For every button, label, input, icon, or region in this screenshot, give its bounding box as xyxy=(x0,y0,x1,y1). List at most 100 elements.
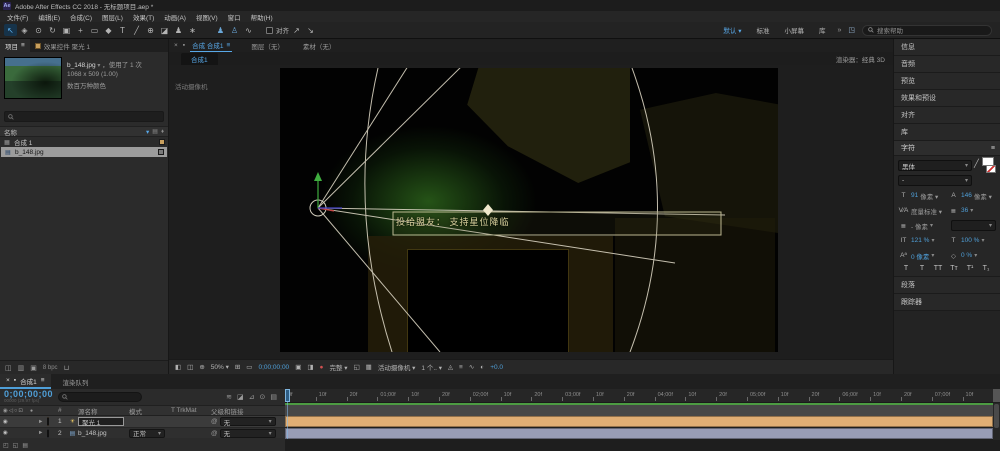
time-ruler[interactable]: 0f 10f 20f 01;00f 10f 20f 02;00f 10f 20f 03;00f 10… xyxy=(285,389,993,403)
expand-layer-switches-icon[interactable]: ◰ xyxy=(3,442,9,449)
fill-stroke-swatches[interactable]: ╱ xyxy=(974,156,996,175)
layer-2-duration-bar[interactable] xyxy=(285,428,993,439)
ruler-tick[interactable]: 02;00f xyxy=(469,389,501,402)
close-icon[interactable]: × xyxy=(6,377,10,384)
tab-render-queue[interactable]: 渲染队列 xyxy=(51,374,101,389)
people-tool-1[interactable]: ♟ xyxy=(214,24,227,36)
source-name-header[interactable]: 源名称 xyxy=(78,406,129,416)
expand-in-out-icon[interactable]: ▤ xyxy=(22,442,28,449)
align-panel-header[interactable]: 对齐 xyxy=(894,107,1000,124)
layer-row-2[interactable]: ◉ ► 2 ▤ b_148.jpg 正常 ▾ @ 无 ▾ xyxy=(0,427,285,438)
ruler-tick[interactable]: 20f xyxy=(808,389,840,402)
parent-select[interactable]: 无 ▾ xyxy=(219,428,276,438)
stroke-color-swatch[interactable] xyxy=(986,164,996,173)
ruler-tick[interactable]: 10f xyxy=(408,389,439,402)
ruler-tick[interactable]: 06;00f xyxy=(839,389,870,402)
rotation-tool[interactable]: ↻ xyxy=(46,24,59,36)
snapshot-icon[interactable]: ▣ xyxy=(295,363,301,371)
trkmat-header[interactable]: T TrkMat xyxy=(171,407,211,414)
region-of-interest-icon[interactable]: ◱ xyxy=(354,363,360,371)
eyedropper-icon[interactable]: ╱ xyxy=(974,159,979,168)
eye-icon[interactable]: ◉ xyxy=(0,419,30,425)
close-icon[interactable]: × xyxy=(174,42,178,49)
ruler-tick[interactable]: 20f xyxy=(346,389,378,402)
panel-menu-icon[interactable]: ≡ xyxy=(227,42,231,49)
ruler-tick[interactable]: 10f xyxy=(962,389,993,402)
grid-guides-icon[interactable]: ⊞ xyxy=(235,363,240,371)
snap-option-2-icon[interactable]: ↘ xyxy=(304,24,317,36)
parent-select[interactable]: 无 ▾ xyxy=(219,417,276,427)
current-time-indicator[interactable] xyxy=(285,389,290,402)
pan-behind-tool[interactable]: + xyxy=(74,24,87,36)
project-flowchart-icon[interactable]: ◫ xyxy=(5,364,12,372)
tab-composition[interactable]: 合成 合成1 ≡ xyxy=(190,39,233,52)
tab-footage-viewer[interactable]: 素材（无） xyxy=(303,41,336,51)
ruler-tick[interactable]: 04;00f xyxy=(654,389,686,402)
snap-toggle[interactable]: 对齐 xyxy=(266,25,289,35)
view-layout-select[interactable]: 1 个.. ▾ xyxy=(421,362,442,372)
magnification-select[interactable]: 50% ▾ xyxy=(211,363,229,371)
ruler-tick[interactable]: 20f xyxy=(623,389,655,402)
layer-color-swatch[interactable] xyxy=(47,417,49,426)
ruler-tick[interactable]: 20f xyxy=(900,389,932,402)
roto-brush-tool[interactable]: ♟ xyxy=(172,24,185,36)
ruler-tick[interactable]: 10f xyxy=(777,389,809,402)
comp-mini-flowchart-icon[interactable]: ≋ xyxy=(226,393,232,401)
workspace-standard[interactable]: 标准 xyxy=(749,25,776,35)
menu-animation[interactable]: 动画(A) xyxy=(159,12,191,22)
vertical-scale-select[interactable]: 121 % ▾ xyxy=(911,237,946,244)
workspace-small-screen[interactable]: 小屏幕 xyxy=(777,25,811,35)
mask-visibility-icon[interactable]: ▭ xyxy=(246,363,252,371)
help-search-input[interactable]: 搜索帮助 xyxy=(862,24,992,36)
people-tool-2[interactable]: ♙ xyxy=(228,24,241,36)
panel-menu-icon[interactable]: ≡ xyxy=(41,377,45,384)
name-column-header[interactable]: 名称 xyxy=(4,127,17,137)
trash-icon[interactable]: ⊔ xyxy=(64,364,69,372)
show-snapshot-icon[interactable]: ◨ xyxy=(307,363,313,371)
timeline-button-icon[interactable]: ≡ xyxy=(459,364,463,371)
ruler-tick[interactable]: 07;00f xyxy=(931,389,963,402)
small-caps-button[interactable]: Tт xyxy=(948,265,960,272)
project-item-comp[interactable]: ▦ 合成 1 xyxy=(0,137,168,147)
wand-icon[interactable]: ⊕ xyxy=(199,363,204,371)
selection-tool[interactable]: ↖ xyxy=(4,24,17,36)
baseline-shift-select[interactable]: 0 像素 ▾ xyxy=(911,251,946,261)
font-size-select[interactable]: 91 像素 ▾ xyxy=(911,191,946,201)
transparency-grid-icon[interactable]: ▦ xyxy=(366,363,372,371)
menu-help[interactable]: 帮助(H) xyxy=(246,12,278,22)
font-family-select[interactable]: 黑体 ▾ xyxy=(898,160,972,171)
pick-whip-icon[interactable]: @ xyxy=(211,430,218,437)
clone-stamp-tool[interactable]: ⊕ xyxy=(144,24,157,36)
new-folder-icon[interactable]: ▥ xyxy=(18,364,25,372)
breadcrumb[interactable]: 合成1 xyxy=(181,52,218,65)
vertical-scrollbar[interactable] xyxy=(993,403,1000,440)
libraries-panel-header[interactable]: 库 xyxy=(894,124,1000,141)
paragraph-panel-header[interactable]: 段落 xyxy=(894,277,1000,294)
leading-select[interactable]: 146 像素 ▾ xyxy=(961,191,996,201)
renderer-label[interactable]: 渲染器：经典 3D xyxy=(836,54,885,64)
channels-icon[interactable]: ● xyxy=(320,364,324,371)
time-navigator-handle[interactable] xyxy=(993,389,1000,402)
superscript-button[interactable]: T¹ xyxy=(964,265,976,272)
type-column-icon[interactable]: ♦ xyxy=(161,129,164,135)
motion-blur-icon[interactable]: ▤ xyxy=(270,393,277,401)
workspace-default[interactable]: 默认 ▾ xyxy=(716,25,748,35)
ruler-tick[interactable]: 20f xyxy=(438,389,470,402)
composition-viewer[interactable]: 活动摄像机 投给盟友： 支持星位降临 xyxy=(169,65,893,359)
pick-whip-icon[interactable]: @ xyxy=(211,418,218,425)
menu-composition[interactable]: 合成(C) xyxy=(65,12,97,22)
timeline-search-input[interactable] xyxy=(58,392,143,402)
workspace-libraries[interactable]: 库 xyxy=(812,25,833,35)
tracker-panel-header[interactable]: 跟踪器 xyxy=(894,294,1000,311)
label-color-swatch[interactable] xyxy=(158,149,164,155)
label-color-swatch[interactable] xyxy=(159,139,165,145)
tab-effect-controls[interactable]: 效果控件 聚光 1 xyxy=(30,39,95,52)
main-view-icon[interactable]: ◫ xyxy=(187,363,193,371)
type-tool[interactable]: T xyxy=(116,24,129,36)
font-style-select[interactable]: - ▾ xyxy=(898,175,972,186)
horizontal-scale-select[interactable]: 100 % ▾ xyxy=(961,237,996,244)
layer-color-swatch[interactable] xyxy=(47,428,49,438)
blend-mode-select[interactable]: 正常 ▾ xyxy=(129,428,165,438)
tab-project[interactable]: 项目 ≡ xyxy=(0,39,30,52)
lasso-tool[interactable]: ∿ xyxy=(242,24,255,36)
